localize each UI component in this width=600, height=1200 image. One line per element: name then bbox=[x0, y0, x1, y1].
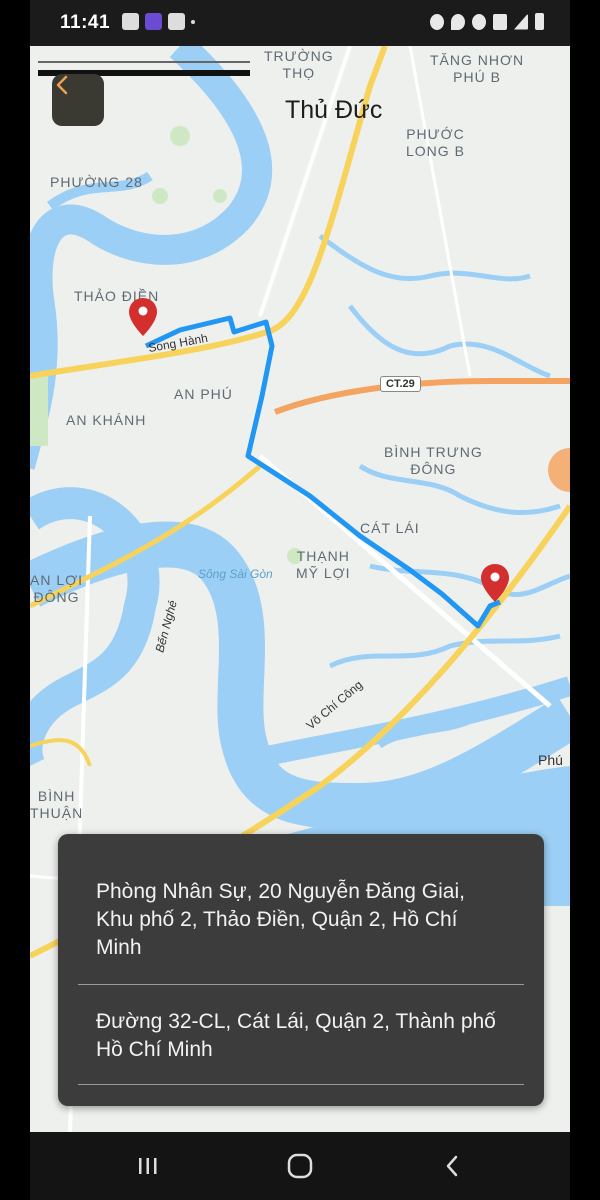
alarm-icon bbox=[430, 13, 444, 30]
signal-icon bbox=[514, 13, 528, 30]
home-icon bbox=[287, 1153, 313, 1179]
status-left-icons bbox=[122, 13, 195, 30]
label-truong-tho: TRƯỜNG THỌ bbox=[264, 48, 334, 81]
recents-button[interactable] bbox=[130, 1150, 166, 1182]
status-time: 11:41 bbox=[60, 12, 111, 33]
status-bar: 11:41 bbox=[30, 0, 570, 46]
label-cat-lai: CÁT LÁI bbox=[360, 520, 420, 536]
recents-icon bbox=[139, 1158, 157, 1174]
wifi-icon bbox=[493, 13, 507, 30]
label-an-phu: AN PHÚ bbox=[174, 386, 233, 402]
battery-icon bbox=[535, 13, 544, 30]
chevron-left-icon bbox=[56, 75, 68, 95]
destination-address[interactable]: Đường 32-CL, Cát Lái, Quận 2, Thành phố … bbox=[96, 1008, 506, 1064]
status-right-icons bbox=[430, 13, 544, 30]
back-button[interactable] bbox=[52, 74, 104, 126]
route-address-card: Phòng Nhân Sự, 20 Nguyễn Đăng Giai, Khu … bbox=[58, 834, 544, 1106]
app-icon bbox=[145, 13, 162, 30]
map-scale-bar bbox=[38, 50, 250, 76]
label-binh-thuan: BÌNH THUẬN bbox=[30, 788, 84, 821]
system-back-button[interactable] bbox=[434, 1150, 470, 1182]
label-phuong-28: PHƯỜNG 28 bbox=[50, 174, 143, 190]
home-button[interactable] bbox=[282, 1150, 318, 1182]
label-an-loi-dong: AN LỢI ĐÔNG bbox=[30, 572, 84, 605]
phone-screen: 11:41 Thủ Đức TRƯỜNG THỌ TĂNG NHƠN PHÚ B… bbox=[30, 0, 570, 1200]
label-song-sai-gon: Sông Sài Gòn bbox=[198, 567, 273, 581]
label-binh-trung: BÌNH TRƯNG ĐÔNG bbox=[384, 444, 483, 477]
label-tang-nhon-phu: TĂNG NHƠN PHÚ B bbox=[430, 52, 525, 85]
origin-pin-icon[interactable] bbox=[129, 298, 157, 336]
road-shield-ct29: CT.29 bbox=[380, 376, 421, 392]
label-phu: Phú bbox=[538, 752, 563, 768]
dot-icon bbox=[191, 19, 195, 24]
location-icon bbox=[451, 13, 465, 30]
hotspot-icon bbox=[472, 13, 486, 30]
label-phuoc-long: PHƯỚC LONG B bbox=[406, 126, 465, 159]
network-icon bbox=[168, 13, 185, 30]
destination-pin-icon[interactable] bbox=[481, 564, 509, 602]
back-icon bbox=[446, 1155, 458, 1177]
origin-address[interactable]: Phòng Nhân Sự, 20 Nguyễn Đăng Giai, Khu … bbox=[96, 878, 506, 962]
label-thanh-my-loi: THẠNH MỸ LỢI bbox=[296, 548, 351, 581]
photo-icon bbox=[122, 13, 139, 30]
system-nav-bar bbox=[30, 1132, 570, 1200]
district-title: Thủ Đức bbox=[285, 96, 383, 124]
divider bbox=[78, 984, 524, 985]
divider bbox=[78, 1084, 524, 1085]
label-an-khanh: AN KHÁNH bbox=[66, 412, 147, 428]
